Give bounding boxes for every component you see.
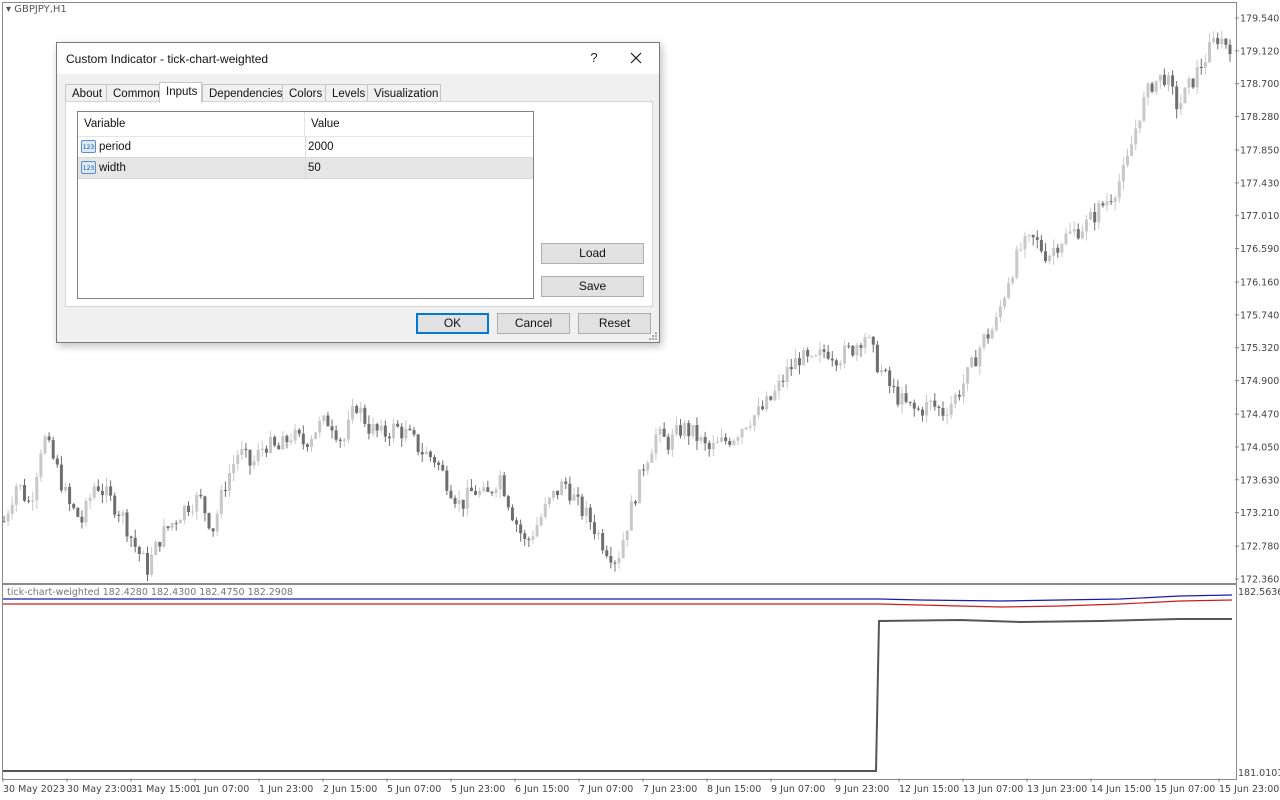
price-tick-label: 179.540 (1240, 14, 1279, 25)
resize-grip-icon[interactable] (648, 331, 658, 341)
save-button[interactable]: Save (541, 276, 644, 297)
price-tick-label: 173.210 (1240, 508, 1279, 519)
time-tick-label: 31 May 15:00 (131, 784, 196, 795)
price-tick-label: 172.360 (1240, 575, 1279, 586)
reset-button[interactable]: Reset (578, 313, 651, 334)
time-tick-label: 5 Jun 23:00 (451, 784, 505, 795)
price-tick-label: 175.320 (1240, 343, 1279, 354)
price-tick-label: 178.700 (1240, 79, 1279, 90)
price-tick-label: 177.010 (1240, 211, 1279, 222)
time-tick-label: 13 Jun 07:00 (963, 784, 1023, 795)
price-tick-label: 174.470 (1240, 410, 1279, 421)
indicator-top-value: 182.5636 (1238, 587, 1280, 598)
tab-colors[interactable]: Colors (282, 84, 326, 102)
column-header-value[interactable]: Value (305, 112, 533, 136)
symbol-label: ▾ GBPJPY,H1 (6, 4, 67, 15)
inputs-panel: Variable Value 123 period 2000 123 width… (65, 101, 653, 307)
time-tick-label: 9 Jun 07:00 (771, 784, 825, 795)
tab-about[interactable]: About (65, 84, 107, 102)
svg-text:123: 123 (83, 165, 95, 172)
variable-value[interactable]: 50 (308, 158, 321, 178)
time-tick-label: 6 Jun 15:00 (515, 784, 569, 795)
svg-text:123: 123 (83, 144, 95, 151)
time-tick-label: 7 Jun 07:00 (579, 784, 633, 795)
time-tick-label: 30 May 23:00 (67, 784, 132, 795)
time-tick-label: 7 Jun 23:00 (643, 784, 697, 795)
time-tick-label: 9 Jun 23:00 (835, 784, 889, 795)
variable-name: period (99, 141, 131, 153)
indicator-label: tick-chart-weighted 182.4280 182.4300 18… (7, 587, 293, 598)
price-tick-label: 174.050 (1240, 442, 1279, 453)
close-button[interactable] (621, 45, 651, 71)
integer-type-icon: 123 (81, 161, 96, 174)
price-tick-label: 178.280 (1240, 112, 1279, 123)
time-tick-label: 14 Jun 15:00 (1091, 784, 1151, 795)
tab-dependencies[interactable]: Dependencies (202, 84, 283, 102)
variable-value[interactable]: 2000 (308, 137, 334, 157)
tab-levels[interactable]: Levels (325, 84, 368, 102)
indicator-pane[interactable] (2, 584, 1237, 780)
tab-common[interactable]: Common (106, 84, 160, 102)
tab-visualization[interactable]: Visualization (367, 84, 441, 102)
integer-type-icon: 123 (81, 140, 96, 153)
tab-inputs[interactable]: Inputs (159, 82, 202, 103)
time-tick-label: 1 Jun 23:00 (259, 784, 313, 795)
price-tick-label: 177.430 (1240, 178, 1279, 189)
load-button[interactable]: Load (541, 243, 644, 264)
cancel-button[interactable]: Cancel (497, 313, 570, 334)
inputs-grid: Variable Value 123 period 2000 123 width… (77, 111, 534, 299)
dialog-titlebar[interactable]: Custom Indicator - tick-chart-weighted ? (57, 43, 659, 74)
column-header-variable[interactable]: Variable (78, 112, 305, 136)
price-tick-label: 172.780 (1240, 542, 1279, 553)
time-tick-label: 5 Jun 07:00 (387, 784, 441, 795)
time-tick-label: 13 Jun 23:00 (1027, 784, 1087, 795)
help-button[interactable]: ? (583, 47, 605, 69)
price-tick-label: 174.900 (1240, 376, 1279, 387)
price-tick-label: 176.160 (1240, 278, 1279, 289)
column-divider (305, 136, 306, 178)
time-tick-label: 1 Jun 07:00 (195, 784, 249, 795)
price-tick-label: 179.120 (1240, 46, 1279, 57)
time-tick-label: 15 Jun 07:00 (1155, 784, 1215, 795)
indicator-bottom-value: 181.0101 (1238, 768, 1280, 779)
close-icon (630, 52, 642, 64)
ok-button[interactable]: OK (416, 313, 489, 334)
time-tick-label: 8 Jun 15:00 (707, 784, 761, 795)
variable-name: width (99, 162, 126, 174)
time-tick-label: 30 May 2023 (3, 784, 65, 795)
time-tick-label: 2 Jun 15:00 (323, 784, 377, 795)
custom-indicator-dialog: Custom Indicator - tick-chart-weighted ?… (56, 42, 660, 343)
time-tick-label: 15 Jun 23:00 (1219, 784, 1279, 795)
price-tick-label: 177.850 (1240, 146, 1279, 157)
price-tick-label: 175.740 (1240, 310, 1279, 321)
trading-terminal: ▾ GBPJPY,H1 179.540 179.120 178.700 178.280… (0, 0, 1280, 800)
price-tick-label: 176.590 (1240, 244, 1279, 255)
price-tick-label: 173.630 (1240, 475, 1279, 486)
dialog-title: Custom Indicator - tick-chart-weighted (66, 52, 269, 66)
time-tick-label: 12 Jun 15:00 (899, 784, 959, 795)
